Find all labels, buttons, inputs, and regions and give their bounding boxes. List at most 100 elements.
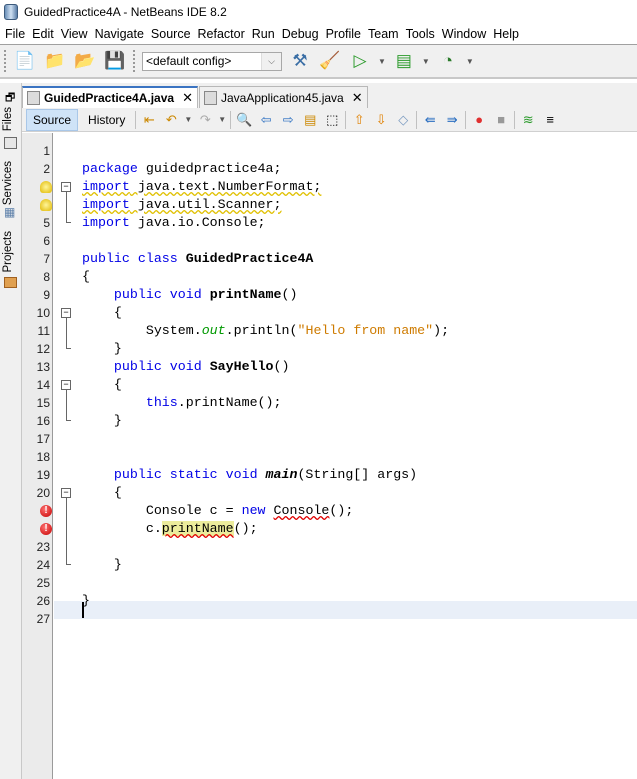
back-icon[interactable]: ↶ — [162, 111, 180, 129]
find-next-icon[interactable]: ⇨ — [279, 111, 297, 129]
history-tab[interactable]: History — [82, 110, 131, 130]
code-line[interactable]: } — [82, 340, 122, 358]
menu-run[interactable]: Run — [249, 27, 279, 41]
divider — [135, 110, 137, 129]
find-icon[interactable]: 🔍 — [235, 111, 253, 129]
stop-macro-icon[interactable]: ■ — [492, 111, 510, 129]
code-token: () — [281, 287, 298, 302]
toggle-bookmark-icon[interactable]: ◇ — [394, 111, 412, 129]
code-editor[interactable]: 1 2 5 6 7 8 9 10 11 12 13 14 15 16 17 18 19 20!! 23 24 25 26 2… — [22, 133, 637, 779]
uncomment-icon[interactable]: ≡ — [541, 111, 559, 129]
code-token: java.util.Scanner; — [129, 197, 282, 212]
code-line[interactable]: public void SayHello() — [82, 358, 290, 376]
tab-guidedpractice4a[interactable]: GuidedPractice4A.java ✕ — [22, 86, 198, 108]
code-line[interactable]: } — [82, 556, 122, 574]
code-line[interactable]: { — [82, 304, 122, 322]
code-line[interactable]: System.out.println("Hello from name"); — [82, 322, 449, 340]
menu-source[interactable]: Source — [148, 27, 195, 41]
menu-edit[interactable]: Edit — [29, 27, 58, 41]
source-tab[interactable]: Source — [26, 108, 79, 131]
next-bookmark-icon[interactable]: ⇩ — [372, 111, 390, 129]
code-line[interactable]: public static void main(String[] args) — [82, 466, 417, 484]
error-icon[interactable]: ! — [40, 523, 52, 535]
code-token: } — [82, 557, 122, 572]
comment-icon[interactable]: ≋ — [519, 111, 537, 129]
menu-help[interactable]: Help — [490, 27, 523, 41]
close-icon[interactable]: ✕ — [182, 90, 193, 106]
profile-icon[interactable]: ◔ — [436, 49, 460, 73]
config-select[interactable]: <default config> ⌵ — [142, 51, 282, 71]
clean-build-icon[interactable]: 🧹 — [318, 49, 342, 73]
forward-dropdown-icon[interactable]: ▼ — [218, 115, 226, 124]
fold-toggle-icon[interactable]: − — [61, 380, 71, 390]
line-number: 26 — [36, 594, 50, 608]
profile-dropdown-icon[interactable]: ▼ — [466, 57, 474, 66]
current-line-highlight — [54, 601, 637, 619]
previous-bookmark-icon[interactable]: ⇧ — [350, 111, 368, 129]
menu-view[interactable]: View — [58, 27, 92, 41]
menu-debug[interactable]: Debug — [279, 27, 323, 41]
shift-left-icon[interactable]: ⇚ — [421, 111, 439, 129]
tab-javaapplication45[interactable]: JavaApplication45.java ✕ — [198, 86, 368, 108]
code-line[interactable]: public class GuidedPractice4A — [82, 250, 313, 268]
code-line[interactable]: import java.io.Console; — [82, 214, 266, 232]
error-icon[interactable]: ! — [40, 505, 52, 517]
code-token: package — [82, 161, 138, 176]
forward-icon[interactable]: ↷ — [196, 111, 214, 129]
projects-tab[interactable]: Projects — [2, 231, 14, 273]
code-line[interactable]: } — [82, 412, 122, 430]
fold-guide — [66, 498, 71, 565]
fold-toggle-icon[interactable]: − — [61, 308, 71, 318]
line-number: 10 — [36, 306, 50, 320]
menu-profile[interactable]: Profile — [323, 27, 365, 41]
new-project-icon[interactable]: 📁 — [43, 49, 67, 73]
fold-toggle-icon[interactable]: − — [61, 182, 71, 192]
code-line[interactable]: package guidedpractice4a; — [82, 160, 282, 178]
files-tab[interactable]: Files — [2, 107, 14, 131]
run-icon[interactable]: ▷ — [348, 49, 372, 73]
open-project-icon[interactable]: 📂 — [73, 49, 97, 73]
restore-window-icon[interactable]: 🗗 — [5, 89, 15, 108]
code-line[interactable]: public void printName() — [82, 286, 298, 304]
select-rectangle-icon[interactable]: ⬚ — [323, 111, 341, 129]
code-line[interactable]: c.printName(); — [82, 520, 258, 538]
services-tab[interactable]: Services — [2, 161, 14, 205]
fold-toggle-icon[interactable]: − — [61, 488, 71, 498]
code-line[interactable]: { — [82, 484, 122, 502]
menu-team[interactable]: Team — [365, 27, 403, 41]
editor-tabs: GuidedPractice4A.java ✕ JavaApplication45… — [22, 83, 637, 108]
menu-file[interactable]: File — [2, 27, 29, 41]
menu-window[interactable]: Window — [439, 27, 490, 41]
code-line[interactable]: import java.util.Scanner; — [82, 196, 282, 214]
code-token: java.text.NumberFormat; — [129, 179, 322, 194]
build-hammer-icon[interactable]: ⚒ — [288, 49, 312, 73]
save-all-icon[interactable]: 💾 — [103, 49, 127, 73]
menu-tools[interactable]: Tools — [403, 27, 439, 41]
code-line[interactable]: { — [82, 376, 122, 394]
run-dropdown-icon[interactable]: ▼ — [378, 57, 386, 66]
code-line[interactable]: this.printName(); — [82, 394, 282, 412]
toolbar-grip[interactable] — [133, 50, 136, 72]
shift-right-icon[interactable]: ⇛ — [443, 111, 461, 129]
debug-dropdown-icon[interactable]: ▼ — [422, 57, 430, 66]
files-icon — [4, 137, 17, 149]
debug-icon[interactable]: ▤ — [392, 49, 416, 73]
code-token: printName — [161, 521, 234, 536]
code-line[interactable]: { — [82, 268, 90, 286]
toolbar-grip[interactable] — [4, 50, 7, 72]
code-line[interactable]: Console c = new Console(); — [82, 502, 354, 520]
warning-hint-icon[interactable] — [40, 199, 52, 211]
code-token: printName — [209, 287, 282, 302]
warning-hint-icon[interactable] — [40, 181, 52, 193]
toggle-highlight-icon[interactable]: ▤ — [301, 111, 319, 129]
menu-refactor[interactable]: Refactor — [195, 27, 249, 41]
last-edit-icon[interactable]: ⇤ — [140, 111, 158, 129]
find-previous-icon[interactable]: ⇦ — [257, 111, 275, 129]
code-token: (String[] args) — [297, 467, 418, 482]
start-macro-icon[interactable]: ● — [470, 111, 488, 129]
back-dropdown-icon[interactable]: ▼ — [184, 115, 192, 124]
code-line[interactable]: import java.text.NumberFormat; — [82, 178, 321, 196]
menu-navigate[interactable]: Navigate — [92, 27, 148, 41]
close-icon[interactable]: ✕ — [352, 90, 363, 106]
new-file-icon[interactable]: 📄 — [13, 49, 37, 73]
